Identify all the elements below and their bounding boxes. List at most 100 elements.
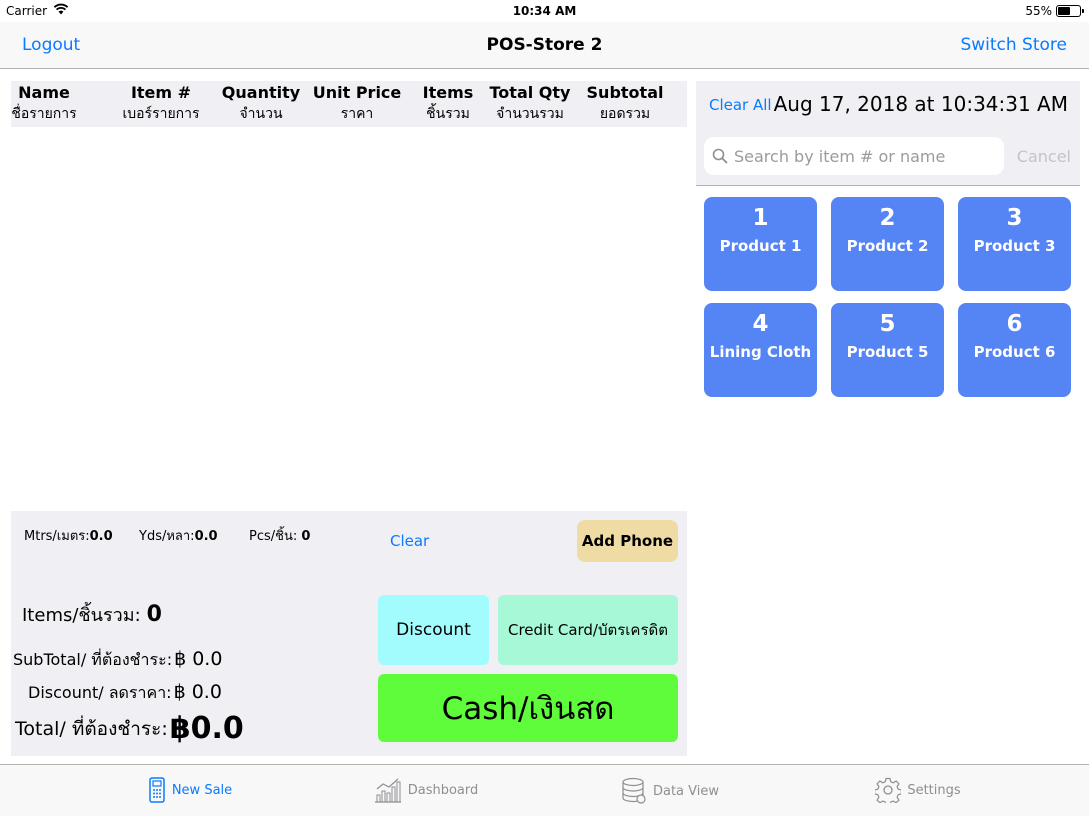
column-subtitle: ราคา: [340, 106, 374, 122]
cash-button[interactable]: Cash/เงินสด: [378, 674, 678, 742]
search-icon: [712, 148, 728, 164]
subtotal-value: ฿ 0.0: [174, 648, 223, 670]
tab-dashboard[interactable]: Dashboard: [290, 765, 562, 816]
yards-label: Yds/หลา:: [139, 529, 195, 544]
subtotal-line: SubTotal/ ที่ต้องชำระ: ฿ 0.0: [13, 648, 222, 673]
discount-line: Discount/ ลดราคา: ฿ 0.0: [28, 681, 222, 706]
discount-label: Discount/ ลดราคา:: [28, 683, 172, 702]
product-number: 5: [879, 311, 896, 337]
search-input[interactable]: [734, 137, 1000, 175]
column-title: Unit Price: [312, 83, 402, 102]
column-header-quantity[interactable]: Quantity จำนวน: [219, 83, 303, 125]
items-count-line: Items/ชิ้นรวม: 0: [22, 600, 162, 629]
product-name: Product 2: [846, 237, 929, 255]
product-name: Product 3: [973, 237, 1056, 255]
chart-icon: [374, 778, 401, 803]
column-subtitle: ยอดรวม: [599, 106, 651, 122]
product-name: Product 6: [973, 343, 1056, 361]
database-icon: [622, 777, 646, 804]
add-phone-button[interactable]: Add Phone: [577, 520, 678, 562]
battery-icon: [1056, 5, 1084, 17]
tab-label: Settings: [907, 782, 961, 798]
column-header-item-number[interactable]: Item # เบอร์รายการ: [116, 83, 206, 125]
product-tile[interactable]: 1 Product 1: [704, 197, 817, 291]
column-title: Total Qty: [489, 83, 571, 102]
page-title: POS-Store 2: [486, 35, 603, 55]
column-subtitle: เบอร์รายการ: [122, 106, 200, 122]
tab-data-view[interactable]: Data View: [534, 765, 806, 816]
tab-settings[interactable]: Settings: [782, 765, 1054, 816]
column-title: Name: [18, 83, 70, 102]
column-title: Subtotal: [586, 83, 664, 102]
tab-content: Settings: [782, 777, 1054, 803]
status-bar: Carrier 10:34 AM 55%: [0, 0, 1089, 22]
product-number: 4: [752, 311, 769, 337]
battery-tip: [1082, 9, 1084, 13]
order-summary-panel: Mtrs/เมตร:0.0 Yds/หลา:0.0 Pcs/ชิ้น: 0 Cl…: [11, 511, 687, 756]
column-header-name[interactable]: Name ชื่อรายการ: [11, 83, 77, 125]
logout-button[interactable]: Logout: [22, 35, 80, 55]
product-tile[interactable]: 4 Lining Cloth: [704, 303, 817, 397]
gear-icon: [875, 777, 902, 803]
cancel-search-button[interactable]: Cancel: [1017, 147, 1071, 166]
column-subtitle: ชิ้นรวม: [426, 106, 470, 122]
tab-new-sale[interactable]: New Sale: [54, 765, 326, 816]
search-bar[interactable]: [704, 137, 1004, 175]
discount-button[interactable]: Discount: [378, 595, 489, 665]
product-tile[interactable]: 5 Product 5: [831, 303, 944, 397]
product-search-header: Clear All Aug 17, 2018 at 10:34:31 AM Ca…: [696, 81, 1080, 186]
product-name: Product 1: [719, 237, 802, 255]
product-tile[interactable]: 2 Product 2: [831, 197, 944, 291]
meters-total: Mtrs/เมตร:0.0: [24, 525, 113, 546]
credit-card-button[interactable]: Credit Card/บัตรเครดิต: [498, 595, 678, 665]
total-value: ฿0.0: [169, 711, 244, 746]
tab-label: Dashboard: [407, 782, 479, 798]
product-tile[interactable]: 6 Product 6: [958, 303, 1071, 397]
tab-content: Dashboard: [290, 777, 562, 803]
tab-label: New Sale: [171, 782, 233, 798]
total-line: Total/ ที่ต้องชำระ:฿0.0: [15, 711, 244, 746]
pieces-value: 0: [301, 529, 311, 544]
column-header-subtotal[interactable]: Subtotal ยอดรวม: [581, 83, 669, 125]
yards-value: 0.0: [194, 529, 218, 544]
column-header-items[interactable]: Items ชิ้นรวม: [417, 83, 479, 125]
subtotal-label: SubTotal/ ที่ต้องชำระ:: [13, 650, 173, 669]
tab-content: Data View: [534, 777, 806, 805]
column-subtitle: ชื่อรายการ: [11, 106, 77, 122]
clear-button[interactable]: Clear: [390, 532, 429, 550]
column-header-total-qty[interactable]: Total Qty จำนวนรวม: [485, 83, 575, 125]
nav-bar: Logout POS-Store 2 Switch Store: [0, 22, 1089, 69]
clock-label: 10:34 AM: [512, 4, 577, 18]
pos-app: Carrier 10:34 AM 55% Logout POS-Store 2 …: [0, 0, 1089, 816]
column-subtitle: จำนวน: [239, 106, 283, 122]
pieces-label: Pcs/ชิ้น:: [249, 529, 298, 544]
product-name: Product 5: [846, 343, 929, 361]
pieces-total: Pcs/ชิ้น: 0: [249, 525, 310, 546]
tab-bar: New Sale Dashboard Data View Settings: [0, 764, 1089, 816]
discount-value: ฿ 0.0: [173, 681, 222, 703]
battery-percent: 55%: [1025, 4, 1052, 18]
meters-label: Mtrs/เมตร:: [24, 529, 90, 544]
total-label: Total/ ที่ต้องชำระ:: [15, 718, 168, 740]
tab-content: New Sale: [54, 777, 326, 803]
column-title: Item #: [130, 83, 192, 102]
product-number: 1: [752, 205, 769, 231]
column-title: Items: [422, 83, 474, 102]
items-count-value: 0: [146, 602, 162, 627]
clear-all-button[interactable]: Clear All: [709, 96, 772, 114]
battery-fill: [1058, 7, 1070, 15]
column-subtitle: จำนวนรวม: [496, 106, 564, 122]
product-number: 2: [879, 205, 896, 231]
column-header-unit-price[interactable]: Unit Price ราคา: [309, 83, 405, 125]
product-name: Lining Cloth: [709, 343, 812, 361]
switch-store-button[interactable]: Switch Store: [960, 35, 1067, 55]
items-count-label: Items/ชิ้นรวม:: [22, 605, 141, 626]
tab-label: Data View: [652, 783, 720, 799]
meters-value: 0.0: [89, 529, 113, 544]
product-number: 6: [1006, 311, 1023, 337]
datetime-label: Aug 17, 2018 at 10:34:31 AM: [773, 92, 1068, 116]
product-tile[interactable]: 3 Product 3: [958, 197, 1071, 291]
product-number: 3: [1006, 205, 1023, 231]
column-title: Quantity: [221, 83, 301, 102]
yards-total: Yds/หลา:0.0: [139, 525, 218, 546]
